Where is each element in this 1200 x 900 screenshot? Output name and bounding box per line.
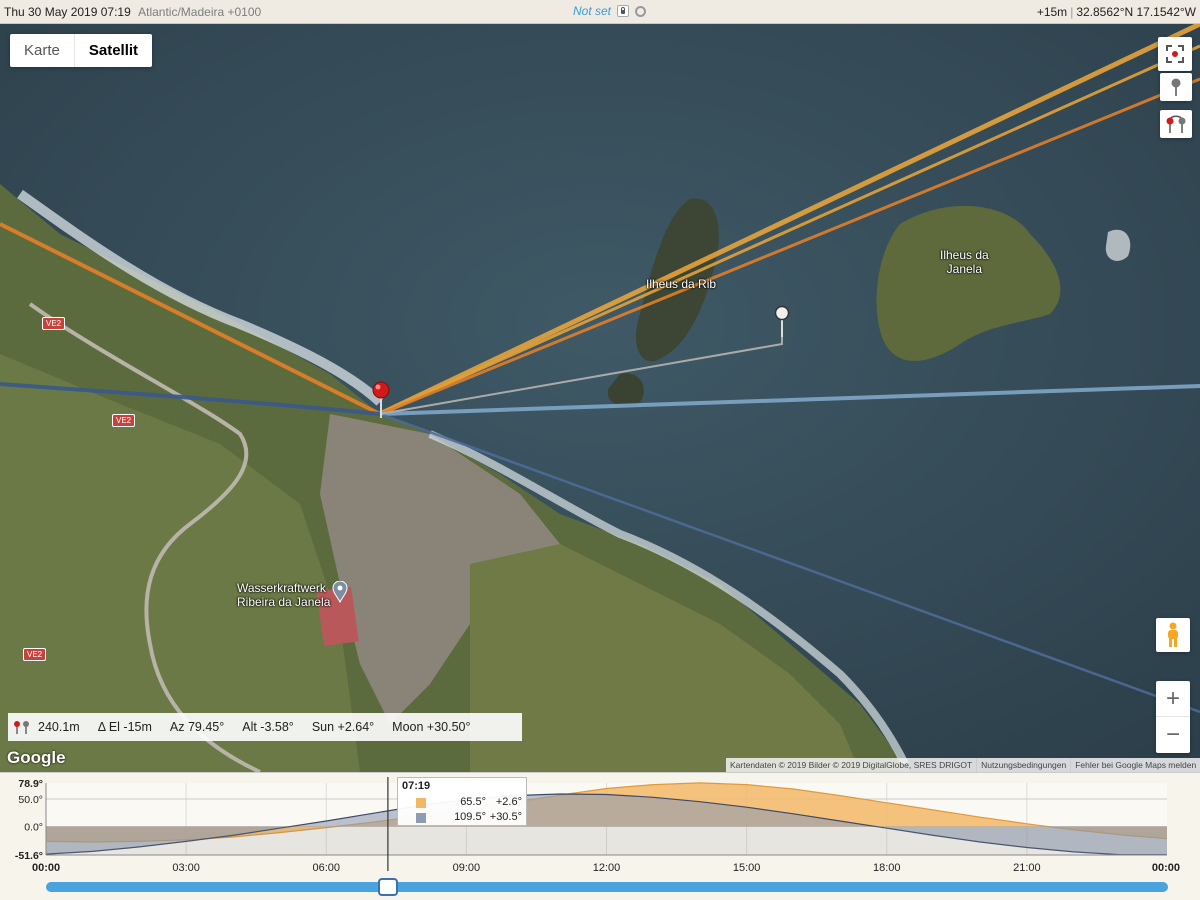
datetime-group: Thu 30 May 2019 07:19 Atlantic/Madeira +… xyxy=(4,5,261,19)
map-type-karte[interactable]: Karte xyxy=(10,34,74,67)
pegman-button[interactable] xyxy=(1156,618,1190,652)
terms-link[interactable]: Nutzungsbedingungen xyxy=(976,758,1070,772)
moon-elevation: +30.5° xyxy=(489,811,522,823)
delta-elevation-value: Δ El -15m xyxy=(97,720,152,734)
google-logo: Google xyxy=(7,748,66,767)
zoom-in-button[interactable]: + xyxy=(1156,681,1190,717)
distance-value: 240.1m xyxy=(38,720,80,734)
pin-pair-icon xyxy=(1166,115,1186,133)
map-imagery xyxy=(0,24,1200,772)
place-name-line: Ilheus da xyxy=(940,248,989,262)
map-type-control: Karte Satellit xyxy=(10,34,153,67)
place-label-ilheus-janela: Ilheus da Janela xyxy=(940,248,989,276)
moon-azimuth: 109.5° xyxy=(454,811,486,823)
moon-value: Moon +30.50° xyxy=(392,720,471,734)
timezone-label: Atlantic/Madeira +0100 xyxy=(138,5,262,19)
y-tick-label: 78.9° xyxy=(18,778,43,790)
x-tick-label: 21:00 xyxy=(1013,862,1041,874)
sun-swatch xyxy=(416,798,426,808)
place-name-line: Janela xyxy=(946,262,983,276)
altitude-value: Alt -3.58° xyxy=(242,720,294,734)
elevation-chart[interactable]: 78.9°50.0°0.0°-51.6°00:00 03:00 06:00 09:00… xyxy=(0,773,1200,900)
top-bar: Thu 30 May 2019 07:19 Atlantic/Madeira +… xyxy=(0,0,1200,24)
x-tick-label: 00:00 xyxy=(1152,862,1180,874)
road-badge: VE2 xyxy=(23,648,47,661)
sun-azimuth: 65.5° xyxy=(460,796,486,808)
pegman-icon xyxy=(1168,622,1178,647)
fullscreen-button[interactable] xyxy=(1158,37,1192,71)
tooltip-row-sun: 65.5° +2.6° xyxy=(416,796,526,810)
place-marker-icon[interactable] xyxy=(332,581,348,603)
x-tick-label: 18:00 xyxy=(873,862,901,874)
elevation-label: +15m xyxy=(1036,5,1068,19)
y-tick-label: 50.0° xyxy=(18,794,43,806)
status-label[interactable]: Not set xyxy=(573,4,611,18)
elevation-chart-panel: 78.9° 50.0° 0.0° -51.6° 00:00 03:00 06:00 09:00… xyxy=(0,772,1200,900)
report-error-link[interactable]: Fehler bei Google Maps melden xyxy=(1070,758,1200,772)
azimuth-value: Az 79.45° xyxy=(169,720,225,734)
below-horizon-band xyxy=(46,826,1167,855)
sun-value: Sun +2.64° xyxy=(311,720,375,734)
place-name-line: Wasserkraftwerk xyxy=(237,581,326,595)
pin-pair-small-icon xyxy=(14,721,29,734)
place-name-line: Ribeira da Janela xyxy=(237,595,331,609)
tooltip-time: 07:19 xyxy=(402,780,431,792)
x-tick-label: 06:00 xyxy=(312,862,340,874)
place-label-ilheus-rib: Ilheus da Rib xyxy=(646,277,716,291)
app-root: Thu 30 May 2019 07:19 Atlantic/Madeira +… xyxy=(0,0,1200,900)
x-tick-label: 09:00 xyxy=(453,862,481,874)
secondary-pin-icon[interactable] xyxy=(773,305,791,339)
place-label-power-station: Wasserkraftwerk Ribeira da Janela xyxy=(237,581,330,609)
measurement-bar: 240.1m Δ El -15m Az 79.45° Alt -3.58° Su… xyxy=(8,713,522,741)
pin-icon xyxy=(1171,78,1181,96)
map-attribution: Kartendaten © 2019 Bilder © 2019 Digital… xyxy=(726,758,1200,772)
x-tick-label: 00:00 xyxy=(32,862,60,874)
coordinates-label: 32.8562°N 17.1542°W xyxy=(1076,5,1196,19)
lock-icon[interactable] xyxy=(617,5,630,17)
time-slider-thumb[interactable] xyxy=(378,878,398,896)
tooltip-row-moon: 109.5° +30.5° xyxy=(416,811,526,825)
moon-swatch xyxy=(416,813,426,823)
location-group: +15m | 32.8562°N 17.1542°W xyxy=(1037,5,1196,19)
zoom-control: + − xyxy=(1156,681,1190,753)
x-tick-label: 03:00 xyxy=(172,862,200,874)
x-tick-label: 15:00 xyxy=(733,862,761,874)
pin-pair-button[interactable] xyxy=(1160,110,1192,138)
datetime-label[interactable]: Thu 30 May 2019 07:19 xyxy=(4,5,131,19)
road-badge: VE2 xyxy=(112,414,136,427)
satellite-map[interactable]: Ilheus da Rib Ilheus da Janela Wasserkra… xyxy=(0,24,1200,772)
road-badge: VE2 xyxy=(42,317,66,330)
pin-button[interactable] xyxy=(1160,73,1192,101)
y-tick-label: 0.0° xyxy=(24,822,43,834)
attribution-data: Kartendaten © 2019 Bilder © 2019 Digital… xyxy=(730,760,973,770)
x-tick-label: 12:00 xyxy=(593,862,621,874)
y-tick-label: -51.6° xyxy=(15,850,43,862)
zoom-out-button[interactable]: − xyxy=(1156,717,1190,753)
sun-elevation: +2.6° xyxy=(495,796,522,808)
time-slider-track[interactable] xyxy=(46,882,1168,892)
chart-tooltip: 07:19 65.5° +2.6° 109.5° +30.5° xyxy=(397,777,527,826)
ring-icon[interactable] xyxy=(635,5,647,17)
separator: | xyxy=(1070,5,1074,19)
map-type-satellit[interactable]: Satellit xyxy=(73,34,152,67)
islet-spray xyxy=(1105,229,1131,261)
status-group: Not set xyxy=(573,4,647,18)
place-name: Ilheus da Rib xyxy=(646,277,717,291)
primary-pin-icon[interactable] xyxy=(370,380,392,420)
fullscreen-icon xyxy=(1166,45,1184,63)
